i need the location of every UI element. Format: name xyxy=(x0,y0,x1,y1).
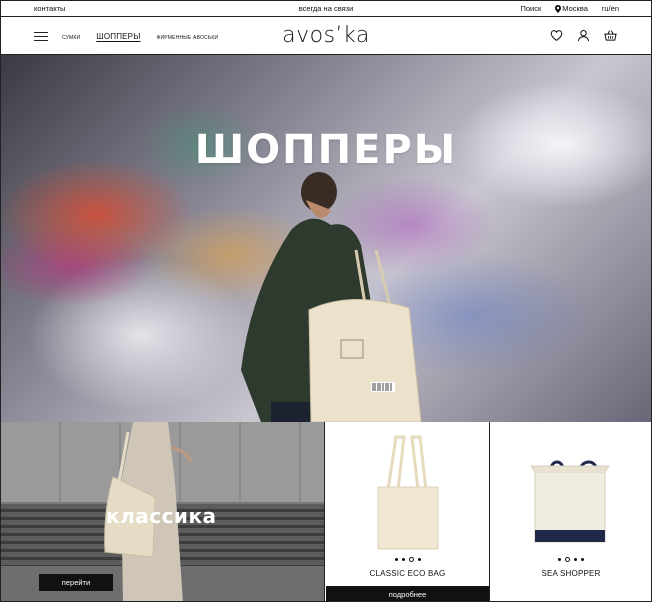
carousel-dot[interactable] xyxy=(581,558,584,561)
product-card-sea-shopper[interactable]: SEA SHOPPER xyxy=(491,422,651,601)
product-image-eco-bag xyxy=(377,435,439,550)
carousel-dot[interactable] xyxy=(574,558,577,561)
language-switch[interactable]: ru/en xyxy=(602,4,619,13)
go-button[interactable]: перейти xyxy=(39,574,113,591)
carousel-dot[interactable] xyxy=(417,558,421,561)
search-link[interactable]: Поиск xyxy=(520,4,541,13)
hero-model-photo xyxy=(241,172,422,422)
page-frame: контакты всегда на связи Поиск Москва ru… xyxy=(0,0,652,602)
city-label: Москва xyxy=(562,4,588,13)
carousel-dot[interactable] xyxy=(401,558,405,561)
hero-title: ШОППЕРЫ xyxy=(194,127,458,173)
product-card-classic-eco-bag[interactable]: CLASSIC ECO BAG подробнее xyxy=(326,422,490,601)
header-icons xyxy=(550,29,617,42)
carousel-dot[interactable] xyxy=(558,558,561,561)
product-name: CLASSIC ECO BAG xyxy=(369,569,446,578)
main-header: сумки шопперы фирменные авоськи avos’ka xyxy=(1,17,651,55)
carousel-dot-active[interactable] xyxy=(408,557,414,562)
user-icon[interactable] xyxy=(577,29,590,42)
carousel-dots xyxy=(491,557,651,562)
product-image-sea-shopper xyxy=(530,460,610,543)
basket-icon[interactable] xyxy=(604,29,617,42)
top-bar: контакты всегда на связи Поиск Москва ru… xyxy=(1,1,651,17)
topbar-actions: Поиск Москва ru/en xyxy=(520,4,619,13)
classic-title: классика xyxy=(106,504,217,528)
heart-icon[interactable] xyxy=(550,29,563,42)
classic-collection-tile[interactable]: классика перейти xyxy=(1,422,325,601)
carousel-dot[interactable] xyxy=(394,558,398,561)
details-button[interactable]: подробнее xyxy=(326,586,489,601)
location-pin-icon xyxy=(555,4,562,13)
city-selector[interactable]: Москва xyxy=(555,4,588,13)
hero-banner[interactable]: ШОППЕРЫ xyxy=(1,55,651,422)
carousel-dots xyxy=(326,557,489,562)
carousel-dot-active[interactable] xyxy=(565,557,570,562)
product-name: SEA SHOPPER xyxy=(541,569,601,578)
